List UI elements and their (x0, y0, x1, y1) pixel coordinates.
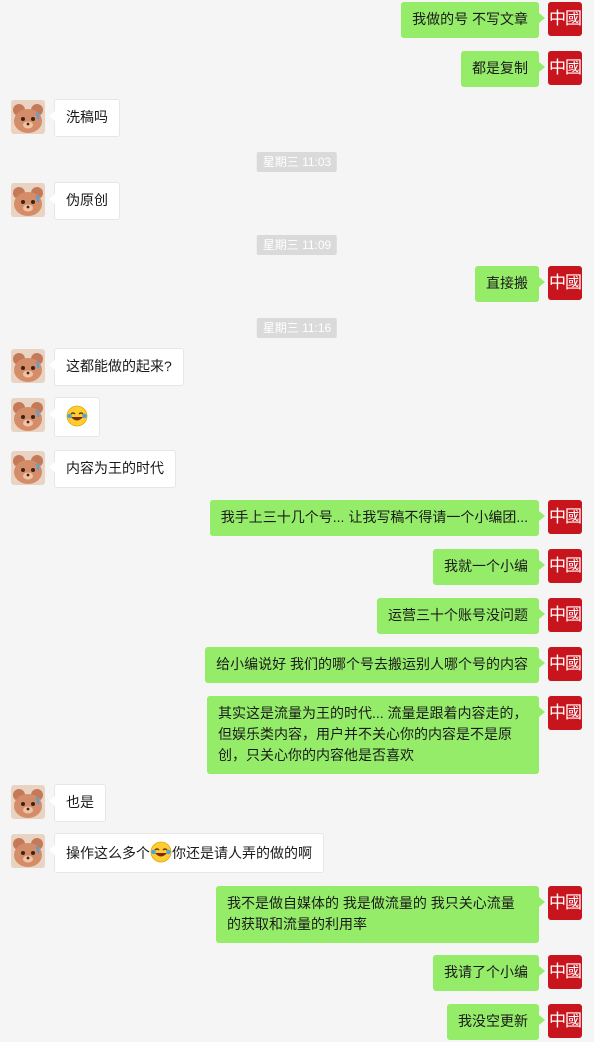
laughing-tears-emoji-icon (66, 405, 88, 427)
chat-bubble-incoming[interactable]: 洗稿吗 (49, 99, 120, 137)
avatar-text: 中國 (549, 556, 582, 576)
chat-bubble-incoming[interactable]: 伪原创 (49, 182, 120, 220)
avatar[interactable]: 中國 (548, 886, 582, 920)
avatar[interactable]: 中國 (548, 266, 582, 300)
avatar-text: 中國 (549, 273, 582, 293)
avatar[interactable]: 中國 (548, 647, 582, 681)
chat-bubble-incoming[interactable]: 操作这么多个 你还是请人弄的做的啊 (49, 833, 324, 873)
chat-bubble-incoming[interactable] (49, 397, 100, 437)
avatar-text: 中國 (549, 58, 582, 78)
chat-bubble-outgoing[interactable]: 给小编说好 我们的哪个号去搬运别人哪个号的内容 (205, 647, 545, 683)
avatar-text: 中國 (549, 893, 582, 913)
avatar[interactable]: 中國 (548, 549, 582, 583)
avatar[interactable]: 中國 (548, 2, 582, 36)
bear-avatar-icon[interactable] (11, 785, 45, 819)
chat-bubble-outgoing[interactable]: 都是复制 (461, 51, 545, 87)
laughing-tears-emoji-icon (150, 841, 172, 863)
avatar[interactable]: 中國 (548, 598, 582, 632)
chat-bubble-incoming[interactable]: 这都能做的起来? (49, 348, 184, 386)
avatar-text: 中國 (549, 605, 582, 625)
bear-avatar-icon[interactable] (11, 451, 45, 485)
timestamp: 星期三 11:09 (256, 235, 338, 255)
avatar[interactable]: 中國 (548, 500, 582, 534)
avatar-text: 中國 (549, 1011, 582, 1031)
avatar-text: 中國 (549, 9, 582, 29)
chat-bubble-incoming[interactable]: 内容为王的时代 (49, 450, 176, 488)
chat-bubble-incoming[interactable]: 也是 (49, 784, 106, 822)
chat-bubble-outgoing[interactable]: 我没空更新 (447, 1004, 545, 1040)
avatar-text: 中國 (549, 507, 582, 527)
avatar[interactable]: 中國 (548, 955, 582, 989)
timestamp: 星期三 11:03 (256, 152, 338, 172)
chat-bubble-outgoing[interactable]: 直接搬 (475, 266, 545, 302)
bear-avatar-icon[interactable] (11, 183, 45, 217)
bear-avatar-icon[interactable] (11, 100, 45, 134)
bear-avatar-icon[interactable] (11, 398, 45, 432)
avatar-text: 中國 (549, 962, 582, 982)
avatar-text: 中國 (549, 703, 582, 723)
bear-avatar-icon[interactable] (11, 349, 45, 383)
bear-avatar-icon[interactable] (11, 834, 45, 868)
avatar[interactable]: 中國 (548, 1004, 582, 1038)
avatar[interactable]: 中國 (548, 51, 582, 85)
message-text: 你还是请人弄的做的啊 (172, 845, 312, 861)
chat-bubble-outgoing[interactable]: 运营三十个账号没问题 (377, 598, 545, 634)
chat-bubble-outgoing[interactable]: 其实这是流量为王的时代... 流量是跟着内容走的，但娱乐类内容，用户并不关心你的… (207, 696, 545, 774)
chat-bubble-outgoing[interactable]: 我请了个小编 (433, 955, 545, 991)
chat-bubble-outgoing[interactable]: 我就一个小编 (433, 549, 545, 585)
avatar-text: 中國 (549, 654, 582, 674)
chat-bubble-outgoing[interactable]: 我做的号 不写文章 (401, 2, 545, 38)
avatar[interactable]: 中國 (548, 696, 582, 730)
chat-bubble-outgoing[interactable]: 我手上三十几个号... 让我写稿不得请一个小编团... (209, 500, 546, 536)
message-text: 操作这么多个 (66, 845, 150, 861)
timestamp: 星期三 11:16 (256, 318, 338, 338)
chat-bubble-outgoing[interactable]: 我不是做自媒体的 我是做流量的 我只关心流量的获取和流量的利用率 (216, 886, 545, 943)
